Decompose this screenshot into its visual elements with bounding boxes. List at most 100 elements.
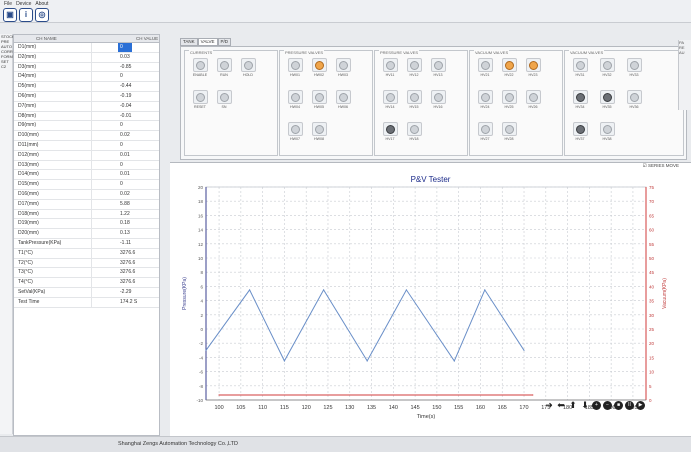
valve-button[interactable] bbox=[193, 90, 208, 104]
tab-tank[interactable]: TANK bbox=[180, 38, 198, 46]
channel-row[interactable]: D7(mm) -0.04 bbox=[14, 101, 159, 112]
channel-row[interactable]: D11(mm) 0 bbox=[14, 140, 159, 151]
x-axis-label: Time(s) bbox=[417, 414, 436, 420]
channel-row[interactable]: T2(°C) 3276.6 bbox=[14, 258, 159, 269]
valve-label: HV35 bbox=[602, 105, 612, 109]
valve-button[interactable] bbox=[600, 90, 615, 104]
channel-row[interactable]: D6(mm) -0.19 bbox=[14, 91, 159, 102]
channel-row[interactable]: D14(mm) 0.01 bbox=[14, 170, 159, 181]
valve-button[interactable] bbox=[336, 90, 351, 104]
tab-p-d[interactable]: P/D bbox=[217, 38, 232, 46]
channel-row[interactable]: T1(°C) 3276.6 bbox=[14, 248, 159, 259]
channel-row[interactable]: TankPressure(KPa) -1.11 bbox=[14, 238, 159, 249]
stop-icon[interactable]: ■ bbox=[614, 400, 623, 410]
valve-button[interactable] bbox=[627, 58, 642, 72]
valve-button[interactable] bbox=[383, 58, 398, 72]
valve-button[interactable] bbox=[478, 90, 493, 104]
valve-button[interactable] bbox=[431, 58, 446, 72]
valve-button[interactable] bbox=[217, 90, 232, 104]
data-point bbox=[453, 360, 455, 362]
channel-row[interactable]: D15(mm) 0 bbox=[14, 180, 159, 190]
channel-row[interactable]: D20(mm) 0.13 bbox=[14, 229, 159, 239]
right-edge-item[interactable]: AU bbox=[679, 50, 691, 55]
valve-button[interactable] bbox=[383, 90, 398, 104]
valve-button[interactable] bbox=[407, 58, 422, 72]
valve-label: HV32 bbox=[602, 73, 612, 77]
channel-row[interactable]: D12(mm) 0.01 bbox=[14, 150, 159, 161]
series-move-checkbox[interactable]: ☑ SERIES MOVE bbox=[643, 163, 679, 169]
channel-name: D10(mm) bbox=[14, 131, 92, 140]
valve-button[interactable] bbox=[431, 90, 446, 104]
valve-button[interactable] bbox=[217, 58, 232, 72]
valve-button[interactable] bbox=[383, 122, 398, 136]
valve-button[interactable] bbox=[502, 58, 517, 72]
valve-button[interactable] bbox=[478, 122, 493, 136]
zoom-in-icon[interactable]: + bbox=[592, 400, 601, 410]
channel-row[interactable]: D8(mm) -0.01 bbox=[14, 111, 159, 122]
channel-row[interactable]: D16(mm) 0.02 bbox=[14, 189, 159, 200]
menu-about[interactable]: About bbox=[35, 1, 48, 7]
valve-label: HV17 bbox=[385, 137, 395, 141]
channel-row[interactable]: T4(°C) 3276.6 bbox=[14, 278, 159, 288]
valve-button[interactable] bbox=[193, 58, 208, 72]
data-point bbox=[484, 289, 486, 291]
channel-row[interactable]: D3(mm) -0.85 bbox=[14, 62, 159, 73]
valve-button[interactable] bbox=[573, 122, 588, 136]
valve-button[interactable] bbox=[288, 122, 303, 136]
valve-button[interactable] bbox=[526, 90, 541, 104]
valve-button[interactable] bbox=[600, 58, 615, 72]
valve-button[interactable] bbox=[627, 90, 642, 104]
valve-button[interactable] bbox=[241, 58, 256, 72]
channel-row[interactable]: T3(°C) 3276.6 bbox=[14, 268, 159, 279]
info-icon[interactable]: i bbox=[19, 8, 33, 22]
menu-device[interactable]: Device bbox=[16, 1, 31, 7]
arrow-down-icon[interactable]: ⬇ bbox=[580, 400, 590, 410]
valve-button[interactable] bbox=[407, 122, 422, 136]
channel-name: T3(°C) bbox=[14, 268, 92, 278]
settings-icon[interactable]: ◎ bbox=[35, 8, 49, 22]
menu-file[interactable]: File bbox=[4, 1, 12, 7]
valve-button[interactable] bbox=[573, 90, 588, 104]
channel-row[interactable]: D4(mm) 0 bbox=[14, 72, 159, 83]
channel-row[interactable]: D18(mm) 1.22 bbox=[14, 209, 159, 220]
valve-button[interactable] bbox=[288, 90, 303, 104]
valve-button[interactable] bbox=[407, 90, 422, 104]
valve-button[interactable] bbox=[526, 58, 541, 72]
channel-row[interactable]: D10(mm) 0.02 bbox=[14, 131, 159, 141]
zoom-out-icon[interactable]: − bbox=[603, 400, 612, 410]
channel-name: D8(mm) bbox=[14, 111, 92, 121]
right-edge-panel: PA RE AU bbox=[678, 40, 691, 110]
valve-button[interactable] bbox=[312, 90, 327, 104]
folder-icon[interactable]: ▣ bbox=[3, 8, 17, 22]
valve-button[interactable] bbox=[288, 58, 303, 72]
channel-row[interactable]: D13(mm) 0 bbox=[14, 160, 159, 171]
channel-row[interactable]: D1(mm) 0 bbox=[14, 43, 159, 53]
tab-bar: TANK VALVE P/D bbox=[180, 38, 232, 46]
arrow-right-icon[interactable]: ➜ bbox=[544, 400, 554, 410]
valve-button[interactable] bbox=[573, 58, 588, 72]
data-point bbox=[205, 349, 207, 351]
tab-valve[interactable]: VALVE bbox=[197, 38, 218, 46]
valve-button[interactable] bbox=[478, 58, 493, 72]
valve-label: HV38 bbox=[602, 137, 612, 141]
channel-row[interactable]: D17(mm) 5.88 bbox=[14, 199, 159, 210]
valve-button[interactable] bbox=[312, 122, 327, 136]
valve-button[interactable] bbox=[502, 90, 517, 104]
nav-item-c2[interactable]: C2 bbox=[0, 64, 12, 69]
channel-row[interactable]: D19(mm) 0.18 bbox=[14, 219, 159, 230]
play-icon[interactable]: ▶ bbox=[636, 400, 645, 410]
channel-row[interactable]: D2(mm) 0.03 bbox=[14, 52, 159, 63]
channel-row[interactable]: D5(mm) -0.44 bbox=[14, 82, 159, 92]
arrow-left-icon[interactable]: ⬅ bbox=[556, 400, 566, 410]
channel-row[interactable]: Test Time 174.2 S bbox=[14, 297, 159, 308]
channel-row[interactable]: SetVal(KPa) -2.29 bbox=[14, 287, 159, 298]
valve-button[interactable] bbox=[312, 58, 327, 72]
valve-button[interactable] bbox=[502, 122, 517, 136]
arrow-up-icon[interactable]: ⬆ bbox=[568, 400, 578, 410]
checkbox-box[interactable]: ☑ bbox=[643, 163, 647, 168]
valve-label: ENABLE bbox=[192, 73, 208, 77]
pause-icon[interactable]: II bbox=[625, 400, 634, 410]
channel-row[interactable]: D9(mm) 0 bbox=[14, 121, 159, 132]
valve-button[interactable] bbox=[600, 122, 615, 136]
valve-button[interactable] bbox=[336, 58, 351, 72]
